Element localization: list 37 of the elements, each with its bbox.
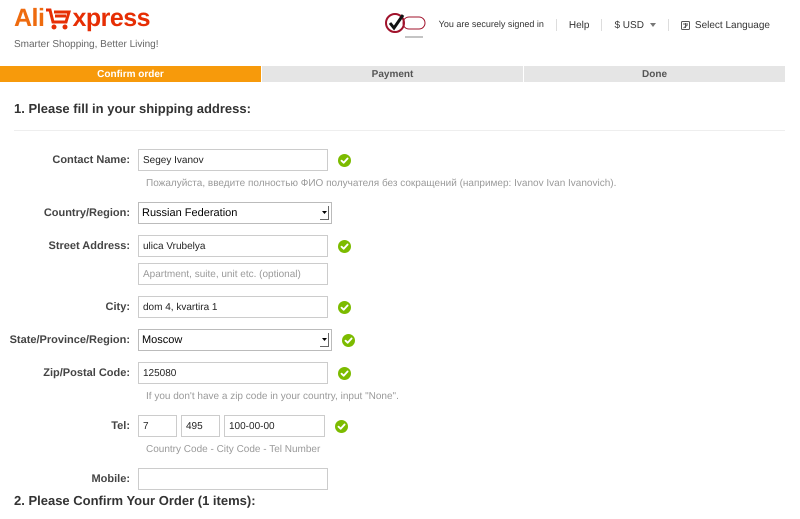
text-input-field[interactable]: ulica Vrubelya [138,235,328,257]
field-label: Tel: [110,419,131,434]
field-label: City: [104,300,131,315]
dropdown-arrow-icon [320,333,329,347]
field-label: Country/Region: [42,206,131,221]
section-heading: 2. Please Confirm Your Order (1 items): [14,493,256,508]
section-heading: 1. Please fill in your shipping address: [14,101,251,116]
text-input-field[interactable]: dom 4, kvartira 1 [138,296,328,318]
language-selector[interactable]: Select Language [680,18,770,32]
field-hint: If you don't have a zip code in your country, input "None". [146,390,400,404]
text-input-field[interactable]: Segey Ivanov [138,149,328,171]
dropdown-arrow-icon [320,206,329,220]
progress-step: Done [523,66,785,82]
text-input-field[interactable] [138,468,328,490]
select-field[interactable]: Moscow [138,329,332,351]
field-label: Contact Name: [51,153,131,168]
field-hint: Пожалуйста, введите полностью ФИО получателя без сокращений (например: Ivanov Ivan Ivanovich). [146,177,618,191]
phone-input-field[interactable]: 7 [138,415,177,437]
text-input-field[interactable]: 125080 [138,362,328,384]
field-hint: Country Code - City Code - Tel Number [146,443,322,457]
field-label: State/Province/Region: [8,333,131,348]
caret-icon [650,23,656,27]
progress-step: Confirm order [0,66,261,82]
text-input-field[interactable]: Apartment, suite, unit etc. (optional) [138,263,328,285]
progress-step: Payment [261,66,523,82]
phone-input-field[interactable]: 100-00-00 [224,415,325,437]
field-label: Zip/Postal Code: [42,366,131,381]
security-seal-icon [384,12,427,38]
currency-dropdown[interactable]: $ USD [614,18,656,32]
select-field[interactable]: Russian Federation [138,202,332,224]
tagline: Smarter Shopping, Better Living! [14,38,159,52]
help-link[interactable]: Help [568,18,590,32]
phone-input-field[interactable]: 495 [181,415,220,437]
secure-sign-in-text: You are securely signed in [438,18,544,32]
aliexpress-logo[interactable]: Ali xpress [14,6,159,31]
field-label: Mobile: [90,472,131,487]
field-label: Street Address: [47,239,131,254]
